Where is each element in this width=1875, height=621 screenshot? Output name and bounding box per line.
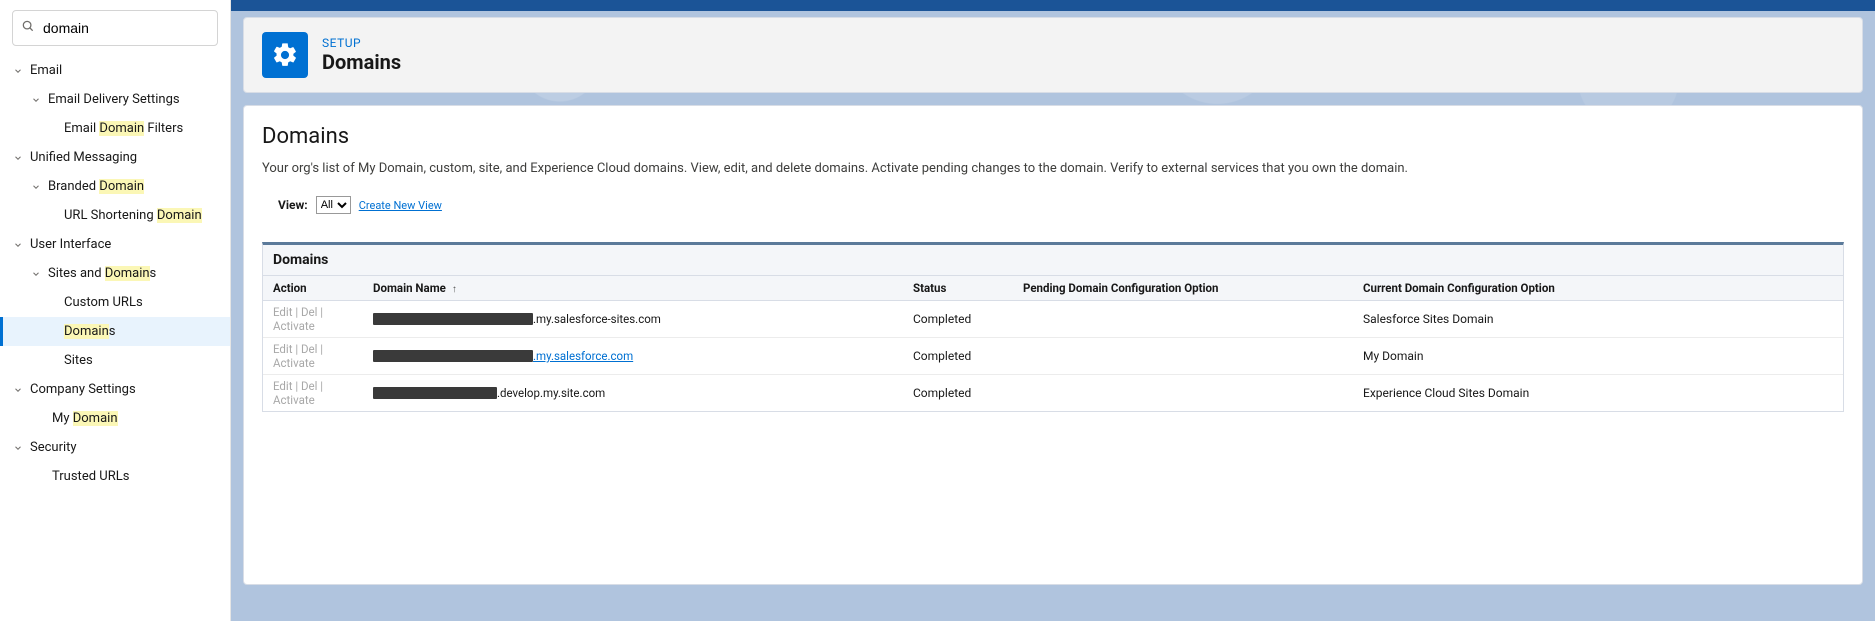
pending-cell [1013,301,1353,338]
action-cell: Edit | Del | Activate [263,338,363,375]
tree-item-label: Trusted URLs [52,469,129,484]
del-link[interactable]: Del [301,305,317,319]
redacted-text [373,313,533,325]
tree-item-4[interactable]: Branded Domain [0,172,230,201]
current-cell: Experience Cloud Sites Domain [1353,375,1843,412]
domain-suffix: .develop.my.site.com [497,386,605,400]
tree-item-label: Sites and Domains [48,266,156,281]
tree-item-10[interactable]: Sites [0,346,230,375]
tree-item-12[interactable]: My Domain [0,404,230,433]
tree-item-label: Custom URLs [64,295,143,310]
tree-item-11[interactable]: Company Settings [0,375,230,404]
tree-item-label: URL Shortening Domain [64,208,202,223]
activate-link[interactable]: Activate [273,356,315,370]
action-cell: Edit | Del | Activate [263,301,363,338]
tree-item-label: Sites [64,353,93,368]
edit-link[interactable]: Edit [273,379,292,393]
tree-item-9[interactable]: Domains [0,317,230,346]
gear-icon [262,32,308,78]
content-heading: Domains [262,124,1844,149]
chevron-down-icon [10,440,26,456]
tree-item-label: Email Delivery Settings [48,92,180,107]
setup-sidebar: Email Email Delivery Settings Email Domain… [0,0,231,621]
tree-item-label: Email Domain Filters [64,121,183,136]
pending-cell [1013,338,1353,375]
search-icon [21,19,35,37]
view-select[interactable]: All [316,196,351,214]
setup-label: SETUP [322,36,401,50]
tree-item-2[interactable]: Email Domain Filters [0,114,230,143]
pending-cell [1013,375,1353,412]
tree-item-6[interactable]: User Interface [0,230,230,259]
page-title: Domains [322,50,401,74]
tree-item-1[interactable]: Email Delivery Settings [0,85,230,114]
tree-item-label: Company Settings [30,382,136,397]
content-card: Domains Your org's list of My Domain, cu… [243,105,1863,585]
quick-find-input[interactable] [43,20,209,36]
tree-item-label: Branded Domain [48,179,144,194]
tree-item-14[interactable]: Trusted URLs [0,462,230,491]
chevron-down-icon [10,237,26,253]
content-description: Your org's list of My Domain, custom, si… [262,161,1844,176]
col-pending[interactable]: Pending Domain Configuration Option [1013,276,1353,301]
action-cell: Edit | Del | Activate [263,375,363,412]
del-link[interactable]: Del [301,342,317,356]
chevron-down-icon [28,92,44,108]
chevron-down-icon [10,150,26,166]
domain-suffix[interactable]: .my.salesforce.com [533,349,633,363]
setup-tree: Email Email Delivery Settings Email Domain… [0,56,230,491]
domains-table-title: Domains [263,245,1843,276]
domains-table-frame: Domains Action Domain Name↑ Status Pendi… [262,242,1844,412]
domain-name-cell: .my.salesforce.com [363,338,903,375]
col-current[interactable]: Current Domain Configuration Option [1353,276,1843,301]
tree-item-label: Domains [64,324,115,339]
redacted-text [373,387,497,399]
col-action[interactable]: Action [263,276,363,301]
page-header: SETUP Domains [243,17,1863,93]
quick-find-box[interactable] [12,10,218,46]
tree-item-label: User Interface [30,237,111,252]
tree-item-label: My Domain [52,411,118,426]
status-cell: Completed [903,338,1013,375]
tree-item-label: Unified Messaging [30,150,137,165]
chevron-down-icon [10,382,26,398]
domain-suffix: .my.salesforce-sites.com [533,312,661,326]
top-blue-bar [231,0,1875,11]
chevron-down-icon [28,179,44,195]
table-row: Edit | Del | Activate .develop.my.site.co… [263,375,1843,412]
main-area: SETUP Domains Domains Your org's list of… [231,0,1875,621]
tree-item-3[interactable]: Unified Messaging [0,143,230,172]
tree-item-8[interactable]: Custom URLs [0,288,230,317]
status-cell: Completed [903,301,1013,338]
domain-name-cell: .develop.my.site.com [363,375,903,412]
tree-item-13[interactable]: Security [0,433,230,462]
activate-link[interactable]: Activate [273,319,315,333]
current-cell: Salesforce Sites Domain [1353,301,1843,338]
redacted-text [373,350,533,362]
sort-ascending-icon: ↑ [452,284,457,295]
activate-link[interactable]: Activate [273,393,315,407]
tree-item-5[interactable]: URL Shortening Domain [0,201,230,230]
del-link[interactable]: Del [301,379,317,393]
tree-item-label: Email [30,63,62,78]
tree-item-label: Security [30,440,77,455]
view-selector-row: View: All Create New View [278,196,1844,214]
chevron-down-icon [10,63,26,79]
table-row: Edit | Del | Activate .my.salesforce-site… [263,301,1843,338]
col-status[interactable]: Status [903,276,1013,301]
status-cell: Completed [903,375,1013,412]
chevron-down-icon [28,266,44,282]
col-domain-name[interactable]: Domain Name↑ [363,276,903,301]
edit-link[interactable]: Edit [273,305,292,319]
edit-link[interactable]: Edit [273,342,292,356]
tree-item-7[interactable]: Sites and Domains [0,259,230,288]
current-cell: My Domain [1353,338,1843,375]
domain-name-cell: .my.salesforce-sites.com [363,301,903,338]
create-new-view-link[interactable]: Create New View [359,199,442,212]
view-label: View: [278,198,308,212]
table-row: Edit | Del | Activate .my.salesforce.com C… [263,338,1843,375]
domains-table: Action Domain Name↑ Status Pending Domai… [263,276,1843,411]
tree-item-0[interactable]: Email [0,56,230,85]
